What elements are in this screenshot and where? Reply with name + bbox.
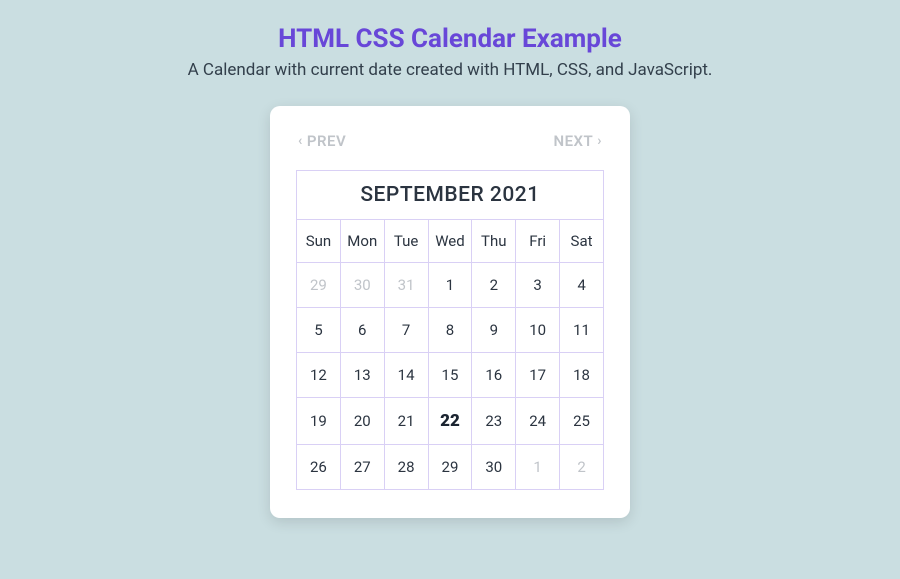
calendar-day-cell[interactable]: 21 bbox=[384, 398, 428, 445]
month-header: SEPTEMBER 2021 bbox=[297, 171, 604, 220]
calendar-day-cell[interactable]: 24 bbox=[516, 398, 560, 445]
prev-label: PREV bbox=[307, 132, 346, 150]
calendar-day-cell[interactable]: 16 bbox=[472, 353, 516, 398]
dow-fri: Fri bbox=[516, 220, 560, 263]
calendar-day-cell[interactable]: 29 bbox=[428, 445, 472, 490]
calendar-day-cell[interactable]: 30 bbox=[340, 263, 384, 308]
calendar-day-cell[interactable]: 13 bbox=[340, 353, 384, 398]
calendar-day-cell[interactable]: 25 bbox=[560, 398, 604, 445]
calendar-day-cell[interactable]: 27 bbox=[340, 445, 384, 490]
calendar-week-row: 19202122232425 bbox=[297, 398, 604, 445]
calendar-day-cell[interactable]: 5 bbox=[297, 308, 341, 353]
dow-tue: Tue bbox=[384, 220, 428, 263]
calendar-nav: ‹ PREV NEXT › bbox=[296, 132, 604, 150]
calendar-day-cell[interactable]: 12 bbox=[297, 353, 341, 398]
calendar-day-cell[interactable]: 22 bbox=[428, 398, 472, 445]
chevron-left-icon: ‹ bbox=[298, 133, 303, 149]
calendar-day-cell[interactable]: 1 bbox=[428, 263, 472, 308]
dow-mon: Mon bbox=[340, 220, 384, 263]
next-label: NEXT bbox=[553, 132, 593, 150]
prev-button[interactable]: ‹ PREV bbox=[298, 132, 346, 150]
dow-thu: Thu bbox=[472, 220, 516, 263]
calendar-day-cell[interactable]: 23 bbox=[472, 398, 516, 445]
calendar-week-row: 567891011 bbox=[297, 308, 604, 353]
calendar-day-cell[interactable]: 14 bbox=[384, 353, 428, 398]
calendar-day-cell[interactable]: 9 bbox=[472, 308, 516, 353]
calendar-day-cell[interactable]: 20 bbox=[340, 398, 384, 445]
calendar-day-cell[interactable]: 1 bbox=[516, 445, 560, 490]
page-subtitle: A Calendar with current date created wit… bbox=[188, 60, 713, 80]
dow-wed: Wed bbox=[428, 220, 472, 263]
calendar-day-cell[interactable]: 4 bbox=[560, 263, 604, 308]
calendar-day-cell[interactable]: 18 bbox=[560, 353, 604, 398]
calendar-week-row: 2930311234 bbox=[297, 263, 604, 308]
calendar-day-cell[interactable]: 31 bbox=[384, 263, 428, 308]
next-button[interactable]: NEXT › bbox=[553, 132, 602, 150]
calendar-day-cell[interactable]: 2 bbox=[560, 445, 604, 490]
calendar-day-cell[interactable]: 8 bbox=[428, 308, 472, 353]
dow-sun: Sun bbox=[297, 220, 341, 263]
calendar-table: SEPTEMBER 2021 Sun Mon Tue Wed Thu Fri S… bbox=[296, 170, 604, 490]
chevron-right-icon: › bbox=[597, 133, 602, 149]
calendar-day-cell[interactable]: 30 bbox=[472, 445, 516, 490]
calendar-day-cell[interactable]: 10 bbox=[516, 308, 560, 353]
calendar-day-cell[interactable]: 19 bbox=[297, 398, 341, 445]
calendar-day-cell[interactable]: 28 bbox=[384, 445, 428, 490]
page-title: HTML CSS Calendar Example bbox=[278, 24, 622, 54]
calendar-body: 2930311234567891011121314151617181920212… bbox=[297, 263, 604, 490]
calendar-day-cell[interactable]: 15 bbox=[428, 353, 472, 398]
calendar-day-cell[interactable]: 11 bbox=[560, 308, 604, 353]
calendar-week-row: 262728293012 bbox=[297, 445, 604, 490]
calendar-day-cell[interactable]: 29 bbox=[297, 263, 341, 308]
day-of-week-row: Sun Mon Tue Wed Thu Fri Sat bbox=[297, 220, 604, 263]
calendar-day-cell[interactable]: 3 bbox=[516, 263, 560, 308]
calendar-card: ‹ PREV NEXT › SEPTEMBER 2021 Sun Mon Tue… bbox=[270, 106, 630, 518]
calendar-day-cell[interactable]: 6 bbox=[340, 308, 384, 353]
calendar-week-row: 12131415161718 bbox=[297, 353, 604, 398]
calendar-day-cell[interactable]: 17 bbox=[516, 353, 560, 398]
calendar-day-cell[interactable]: 7 bbox=[384, 308, 428, 353]
calendar-day-cell[interactable]: 26 bbox=[297, 445, 341, 490]
dow-sat: Sat bbox=[560, 220, 604, 263]
calendar-day-cell[interactable]: 2 bbox=[472, 263, 516, 308]
